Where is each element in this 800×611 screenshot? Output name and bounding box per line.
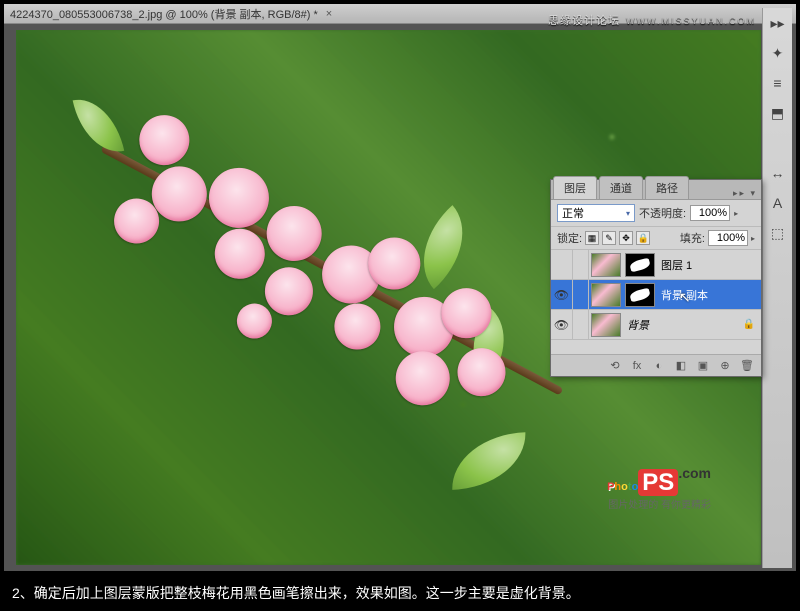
layer-row[interactable]: 👁 背景 🔒 — [551, 310, 761, 340]
visibility-toggle[interactable]: 👁 — [551, 310, 573, 339]
lock-fill-row: 锁定: ▦ ✎ ✥ 🔒 填充: 100% ▸ — [551, 227, 761, 250]
adjustment-layer-icon[interactable]: ◧ — [673, 359, 689, 372]
visibility-toggle[interactable] — [551, 250, 573, 279]
right-toolbar: ▸▸ ✦ ≡ ⬒ ↔ A ⬚ — [762, 8, 792, 568]
fx-icon[interactable]: fx — [629, 360, 645, 372]
photops-logo: PhotoPS.com — [607, 465, 711, 497]
delete-layer-icon[interactable]: 🗑 — [739, 359, 755, 372]
layer-thumbnail[interactable] — [591, 253, 621, 277]
layer-list: 图层 1 👁 背景 副本 ↖ 👁 背景 🔒 — [551, 250, 761, 354]
opacity-flyout-icon[interactable]: ▸ — [734, 209, 738, 218]
blend-mode-select[interactable]: 正常 ▾ — [557, 204, 635, 222]
collapse-icon[interactable]: ▸▸ — [767, 12, 789, 34]
close-tab-icon[interactable]: × — [326, 8, 332, 20]
lock-transparent-icon[interactable]: ▦ — [585, 231, 599, 245]
opacity-input[interactable]: 100% — [690, 205, 730, 221]
layer-name[interactable]: 背景 副本 — [661, 287, 708, 303]
layer-mask-thumbnail[interactable] — [625, 253, 655, 277]
lock-all-icon[interactable]: 🔒 — [636, 231, 650, 245]
flower — [386, 342, 459, 415]
color-icon[interactable]: ⬒ — [767, 102, 789, 124]
layer-name[interactable]: 图层 1 — [661, 257, 692, 273]
layer-thumbnail[interactable] — [591, 313, 621, 337]
watermark-top: 思缘设计论坛WWW.MISSYUAN.COM — [548, 12, 756, 28]
logo-subtitle: 图片处理的 有你更精彩 — [608, 496, 711, 511]
group-icon[interactable]: ▣ — [695, 359, 711, 372]
tutorial-caption: 2、确定后加上图层蒙版把整枝梅花用黑色画笔擦出来，效果如图。这一步主要是虚化背景… — [0, 575, 800, 611]
layers-panel-footer: ⟲ fx ◐ ◧ ▣ ⊕ 🗑 — [551, 354, 761, 376]
layer-row[interactable]: 图层 1 — [551, 250, 761, 280]
layer-name[interactable]: 背景 — [627, 317, 649, 333]
chevron-down-icon: ▾ — [626, 209, 630, 218]
opacity-label: 不透明度: — [639, 205, 686, 221]
fill-label: 填充: — [680, 230, 705, 246]
lock-pixels-icon[interactable]: ✎ — [602, 231, 616, 245]
layer-thumbnail[interactable] — [591, 283, 621, 307]
mask-icon[interactable]: ◐ — [651, 360, 667, 372]
tab-channels[interactable]: 通道 — [599, 176, 643, 199]
fill-input[interactable]: 100% — [708, 230, 748, 246]
histogram-icon[interactable]: ≡ — [767, 72, 789, 94]
lock-label: 锁定: — [557, 230, 582, 246]
link-layers-icon[interactable]: ⟲ — [607, 359, 623, 372]
navigator-icon[interactable]: ✦ — [767, 42, 789, 64]
character-icon[interactable]: A — [767, 192, 789, 214]
layers-panel[interactable]: 图层 通道 路径 ▸▸ ▾ 正常 ▾ 不透明度: 100% ▸ 锁定: ▦ ✎ … — [550, 179, 762, 377]
photoshop-window: 4224370_080553006738_2.jpg @ 100% (背景 副本… — [4, 4, 796, 571]
flower — [449, 340, 514, 405]
document-title: 4224370_080553006738_2.jpg @ 100% (背景 副本… — [10, 6, 318, 22]
swatches-icon[interactable] — [767, 132, 789, 154]
flower — [326, 295, 388, 357]
styles-icon[interactable]: ⬚ — [767, 222, 789, 244]
tab-paths[interactable]: 路径 — [645, 176, 689, 199]
adjustments-icon[interactable]: ↔ — [767, 162, 789, 184]
lock-icon: 🔒 — [743, 319, 755, 330]
visibility-toggle[interactable]: 👁 — [551, 280, 573, 309]
blend-mode-value: 正常 — [562, 205, 584, 221]
link-cell[interactable] — [573, 310, 589, 339]
lock-position-icon[interactable]: ✥ — [619, 231, 633, 245]
panel-menu-icon[interactable]: ▸▸ ▾ — [733, 188, 757, 199]
blend-opacity-row: 正常 ▾ 不透明度: 100% ▸ — [551, 200, 761, 227]
layer-mask-thumbnail[interactable] — [625, 283, 655, 307]
new-layer-icon[interactable]: ⊕ — [717, 359, 733, 372]
fill-flyout-icon[interactable]: ▸ — [751, 234, 755, 243]
panel-tabs: 图层 通道 路径 ▸▸ ▾ — [551, 180, 761, 200]
layer-row-selected[interactable]: 👁 背景 副本 ↖ — [551, 280, 761, 310]
link-cell[interactable] — [573, 250, 589, 279]
tab-layers[interactable]: 图层 — [553, 176, 597, 199]
screenshot-frame: 4224370_080553006738_2.jpg @ 100% (背景 副本… — [0, 0, 800, 575]
link-cell[interactable] — [573, 280, 589, 309]
